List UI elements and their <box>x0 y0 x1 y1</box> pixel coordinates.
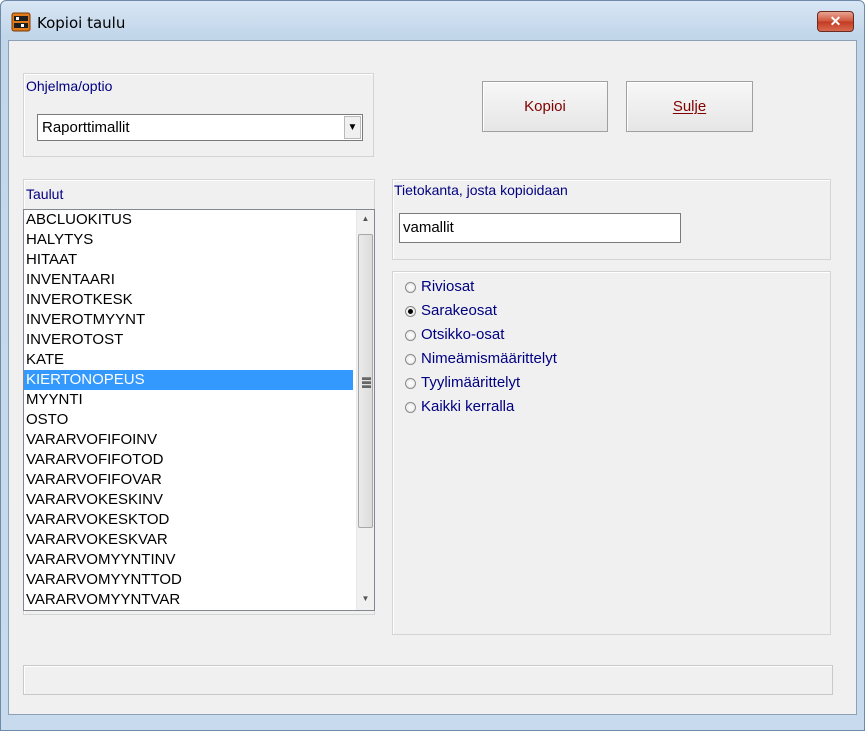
table-list-item[interactable]: VARARVOFIFOVAR <box>24 470 374 490</box>
program-select-value: Raporttimallit <box>42 119 130 136</box>
tables-label: Taulut <box>26 186 64 202</box>
radio-button[interactable] <box>405 354 416 365</box>
scroll-up-icon[interactable]: ▲ <box>357 210 374 228</box>
source-db-label: Tietokanta, josta kopioidaan <box>394 182 568 198</box>
close-icon: ✕ <box>829 13 842 29</box>
option-label: Otsikko-osat <box>421 326 505 343</box>
dialog-client-area: Ohjelma/optio Raporttimallit ▼ Kopioi Su… <box>8 40 857 715</box>
source-db-input[interactable]: vamallit <box>399 213 681 243</box>
table-list-item[interactable]: KIERTONOPEUS <box>24 370 353 390</box>
radio-button[interactable] <box>405 306 416 317</box>
copy-button[interactable]: Kopioi <box>482 81 608 132</box>
table-list-item[interactable]: MYYNTI <box>24 390 374 410</box>
table-list-item[interactable]: HITAAT <box>24 250 374 270</box>
chevron-down-icon[interactable]: ▼ <box>344 116 361 139</box>
dialog-window: Kopioi taulu ✕ Ohjelma/optio Raporttimal… <box>0 0 865 731</box>
copy-button-label: Kopioi <box>524 98 566 115</box>
table-list-item[interactable]: INVEROTKESK <box>24 290 374 310</box>
tables-list: ABCLUOKITUS HALYTYS HITAAT INVENTAARI INVERO… <box>24 210 374 610</box>
source-db-group: Tietokanta, josta kopioidaan vamallit <box>392 179 831 260</box>
table-list-item[interactable]: HALYTYS <box>24 230 374 250</box>
radio-button[interactable] <box>405 330 416 341</box>
scrollbar-thumb[interactable]: ▬ ▬ ▬ <box>358 234 373 528</box>
table-list-item[interactable]: KATE <box>24 350 374 370</box>
scroll-down-icon[interactable]: ▼ <box>357 590 374 608</box>
table-list-item[interactable]: VARARVOKESKINV <box>24 490 374 510</box>
radio-button[interactable] <box>405 282 416 293</box>
option-label: Nimeämismäärittelyt <box>421 350 557 367</box>
close-button[interactable]: Sulje <box>626 81 753 132</box>
table-list-item[interactable]: VARARVOMYYNTINV <box>24 550 374 570</box>
table-list-item[interactable]: ABCLUOKITUS <box>24 210 374 230</box>
window-title: Kopioi taulu <box>37 14 126 32</box>
source-db-value: vamallit <box>403 219 454 236</box>
title-bar[interactable]: Kopioi taulu ✕ <box>1 1 864 41</box>
option-label: Sarakeosat <box>421 302 497 319</box>
table-list-item[interactable]: VARARVOMYYNTVAR <box>24 590 374 610</box>
table-list-item[interactable]: VARARVOFIFOTOD <box>24 450 374 470</box>
table-list-item[interactable]: VARARVOMYYNTTOD <box>24 570 374 590</box>
app-icon <box>11 12 31 32</box>
grip-icon: ▬ ▬ ▬ <box>362 372 371 390</box>
option-label: Tyylimäärittelyt <box>421 374 521 391</box>
tables-listbox[interactable]: ABCLUOKITUS HALYTYS HITAAT INVENTAARI INVERO… <box>23 209 375 611</box>
option-label: Riviosat <box>421 278 475 295</box>
table-list-item[interactable]: VARARVOFIFOINV <box>24 430 374 450</box>
table-list-item[interactable]: INVENTAARI <box>24 270 374 290</box>
program-group: Ohjelma/optio Raporttimallit ▼ <box>23 73 374 157</box>
table-list-item[interactable]: OSTO <box>24 410 374 430</box>
program-select[interactable]: Raporttimallit ▼ <box>37 114 363 141</box>
close-button-label: Sulje <box>672 98 707 115</box>
options-group: Riviosat Sarakeosat Otsikko-osat Nimeämismä… <box>392 271 831 635</box>
status-bar <box>23 665 833 695</box>
radio-button[interactable] <box>405 378 416 389</box>
radio-button[interactable] <box>405 402 416 413</box>
table-list-item[interactable]: INVEROTMYYNT <box>24 310 374 330</box>
table-list-item[interactable]: VARARVOKESKVAR <box>24 530 374 550</box>
tables-scrollbar[interactable]: ▲ ▬ ▬ ▬ ▼ <box>356 210 374 610</box>
option-label: Kaikki kerralla <box>421 398 515 415</box>
program-label: Ohjelma/optio <box>26 78 113 94</box>
table-list-item[interactable]: INVEROTOST <box>24 330 374 350</box>
window-close-button[interactable]: ✕ <box>817 11 854 32</box>
table-list-item[interactable]: VARARVOKESKTOD <box>24 510 374 530</box>
